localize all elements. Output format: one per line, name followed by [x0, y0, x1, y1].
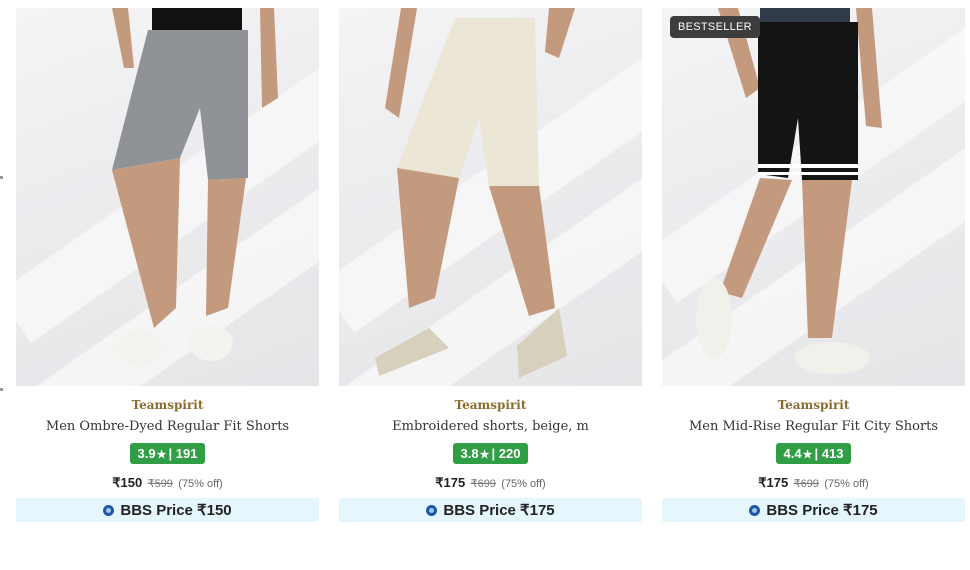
- product-image[interactable]: [339, 8, 642, 386]
- rating-badge: 3.9★ | 191: [129, 443, 206, 464]
- bbs-price-bar: BBS Price ₹175: [662, 498, 965, 522]
- bbs-logo-icon: [426, 504, 438, 516]
- rating-separator: |: [491, 446, 496, 461]
- rating-badge: 4.4★ | 413: [775, 443, 852, 464]
- product-brand: Teamspirit: [131, 398, 204, 412]
- product-title[interactable]: Embroidered shorts, beige, m: [339, 419, 642, 434]
- rating-value: 3.8: [460, 446, 479, 461]
- sale-price: ₹150: [112, 475, 143, 490]
- bbs-logo-icon: [749, 504, 761, 516]
- review-count: 413: [821, 446, 844, 461]
- sale-price: ₹175: [435, 475, 466, 490]
- original-price: ₹699: [470, 478, 496, 490]
- product-brand: Teamspirit: [454, 398, 527, 412]
- rating-badge: 3.8★ | 220: [452, 443, 529, 464]
- star-icon: ★: [479, 449, 490, 461]
- review-count: 191: [175, 446, 198, 461]
- discount-text: (75% off): [824, 478, 869, 490]
- rating-separator: |: [168, 446, 173, 461]
- bbs-price-label: BBS Price ₹175: [766, 502, 878, 519]
- product-image[interactable]: [16, 8, 319, 386]
- star-icon: ★: [802, 449, 813, 461]
- bbs-price-bar: BBS Price ₹175: [339, 498, 642, 522]
- product-image[interactable]: BESTSELLER: [662, 8, 965, 386]
- product-title[interactable]: Men Mid-Rise Regular Fit City Shorts: [662, 419, 965, 434]
- review-count: 220: [498, 446, 521, 461]
- product-title[interactable]: Men Ombre-Dyed Regular Fit Shorts: [16, 419, 319, 434]
- bbs-price-bar: BBS Price ₹150: [16, 498, 319, 522]
- bestseller-badge: BESTSELLER: [670, 16, 760, 38]
- discount-text: (75% off): [178, 478, 223, 490]
- product-brand: Teamspirit: [777, 398, 850, 412]
- product-card[interactable]: Teamspirit Embroidered shorts, beige, m …: [339, 8, 642, 522]
- product-card[interactable]: Teamspirit Men Ombre-Dyed Regular Fit Sh…: [16, 8, 319, 522]
- discount-text: (75% off): [501, 478, 546, 490]
- product-card[interactable]: BESTSELLER Teamspirit Men Mid-Rise Regul…: [662, 8, 965, 522]
- original-price: ₹599: [147, 478, 173, 490]
- original-price: ₹699: [793, 478, 819, 490]
- bbs-price-label: BBS Price ₹150: [120, 502, 232, 519]
- bbs-price-label: BBS Price ₹175: [443, 502, 555, 519]
- rating-value: 4.4: [783, 446, 802, 461]
- rating-value: 3.9: [137, 446, 156, 461]
- scroll-edge-marker: [0, 176, 3, 179]
- rating-separator: |: [814, 446, 819, 461]
- scroll-edge-marker: [0, 388, 3, 391]
- shorts-3: [758, 22, 858, 180]
- star-icon: ★: [156, 449, 167, 461]
- bbs-logo-icon: [103, 504, 115, 516]
- sale-price: ₹175: [758, 475, 789, 490]
- shorts-2: [397, 18, 539, 186]
